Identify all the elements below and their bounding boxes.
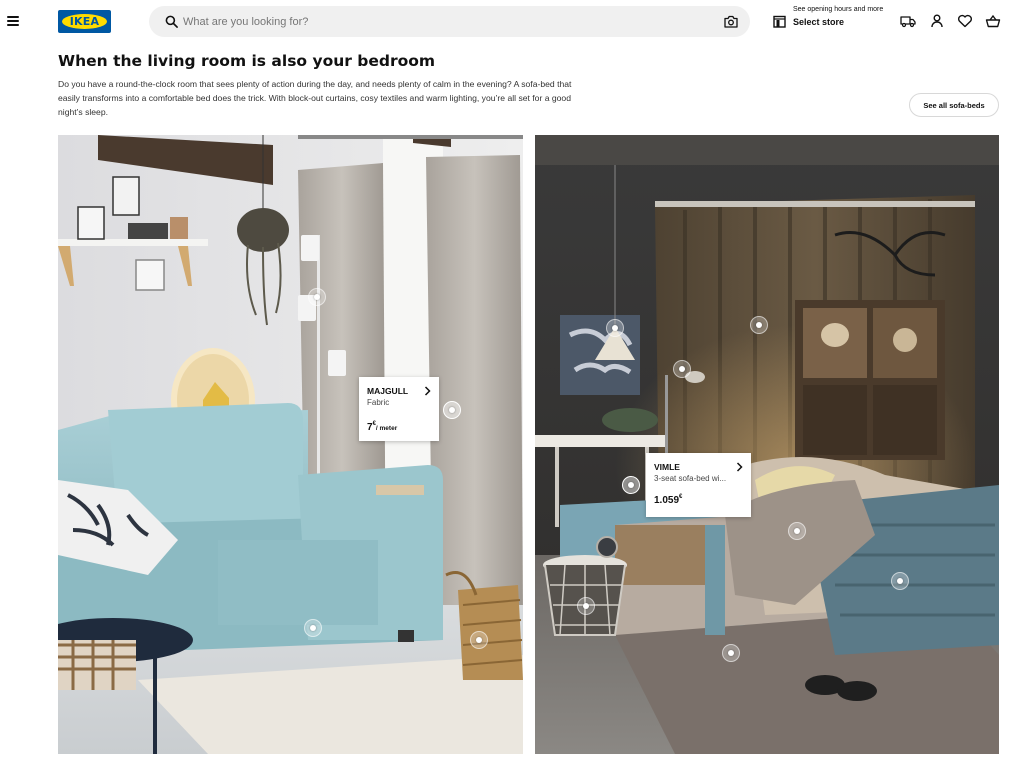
- intro-description: Do you have a round-the-clock room that …: [58, 79, 572, 117]
- truck-icon[interactable]: [900, 14, 916, 28]
- site-header: IKEA See opening hours and more Select s…: [0, 0, 1024, 44]
- chevron-right-icon: [424, 386, 431, 396]
- select-store-button[interactable]: See opening hours and more Select store: [773, 6, 893, 36]
- product-card-majgull[interactable]: MAJGULL Fabric 7€/ meter: [359, 377, 439, 441]
- living-room-photo-bright: MAJGULL Fabric 7€/ meter: [58, 135, 523, 754]
- hotspot-curtain[interactable]: [443, 401, 461, 419]
- product-price: 1.059€: [654, 494, 683, 506]
- hotspot-side-table[interactable]: [577, 597, 595, 615]
- living-room-illustration: [58, 135, 523, 754]
- evening-room-illustration: [535, 135, 999, 754]
- living-room-photo-evening: VIMLE 3-seat sofa-bed wi... 1.059€: [535, 135, 999, 754]
- hamburger-icon[interactable]: [7, 16, 19, 26]
- hotspot-basket[interactable]: [470, 631, 488, 649]
- heart-icon[interactable]: [957, 14, 973, 28]
- store-label: Select store: [793, 17, 845, 27]
- product-name: VIMLE: [654, 462, 680, 472]
- chevron-right-icon: [736, 462, 743, 472]
- search-icon: [165, 15, 178, 28]
- product-price: 7€/ meter: [367, 421, 398, 433]
- search-bar[interactable]: [149, 6, 750, 37]
- logo-text: IKEA: [69, 15, 100, 28]
- store-hours-text: See opening hours and more: [793, 6, 884, 13]
- store-icon: [773, 15, 786, 28]
- product-description: 3-seat sofa-bed wi...: [654, 474, 727, 483]
- see-all-sofa-beds-button[interactable]: See all sofa-beds: [909, 93, 999, 117]
- product-name: MAJGULL: [367, 386, 409, 396]
- product-card-vimle[interactable]: VIMLE 3-seat sofa-bed wi... 1.059€: [646, 453, 751, 517]
- search-input[interactable]: [183, 6, 703, 37]
- page-title: When the living room is also your bedroo…: [58, 52, 436, 70]
- product-description: Fabric: [367, 398, 390, 407]
- hotspot-sofa[interactable]: [304, 619, 322, 637]
- hotspot-duvet[interactable]: [788, 522, 806, 540]
- hotspot-pendant-lamp[interactable]: [606, 319, 624, 337]
- hotspot-curtain[interactable]: [750, 316, 768, 334]
- hotspot-floor-lamp[interactable]: [308, 288, 326, 306]
- hotspot-throw[interactable]: [891, 572, 909, 590]
- hotspot-sofa-bed[interactable]: [622, 476, 640, 494]
- camera-icon[interactable]: [724, 15, 738, 28]
- basket-icon[interactable]: [985, 14, 1001, 28]
- hotspot-rug[interactable]: [722, 644, 740, 662]
- hotspot-reading-lamp[interactable]: [673, 360, 691, 378]
- ikea-logo[interactable]: IKEA: [58, 10, 111, 33]
- person-icon[interactable]: [929, 14, 945, 28]
